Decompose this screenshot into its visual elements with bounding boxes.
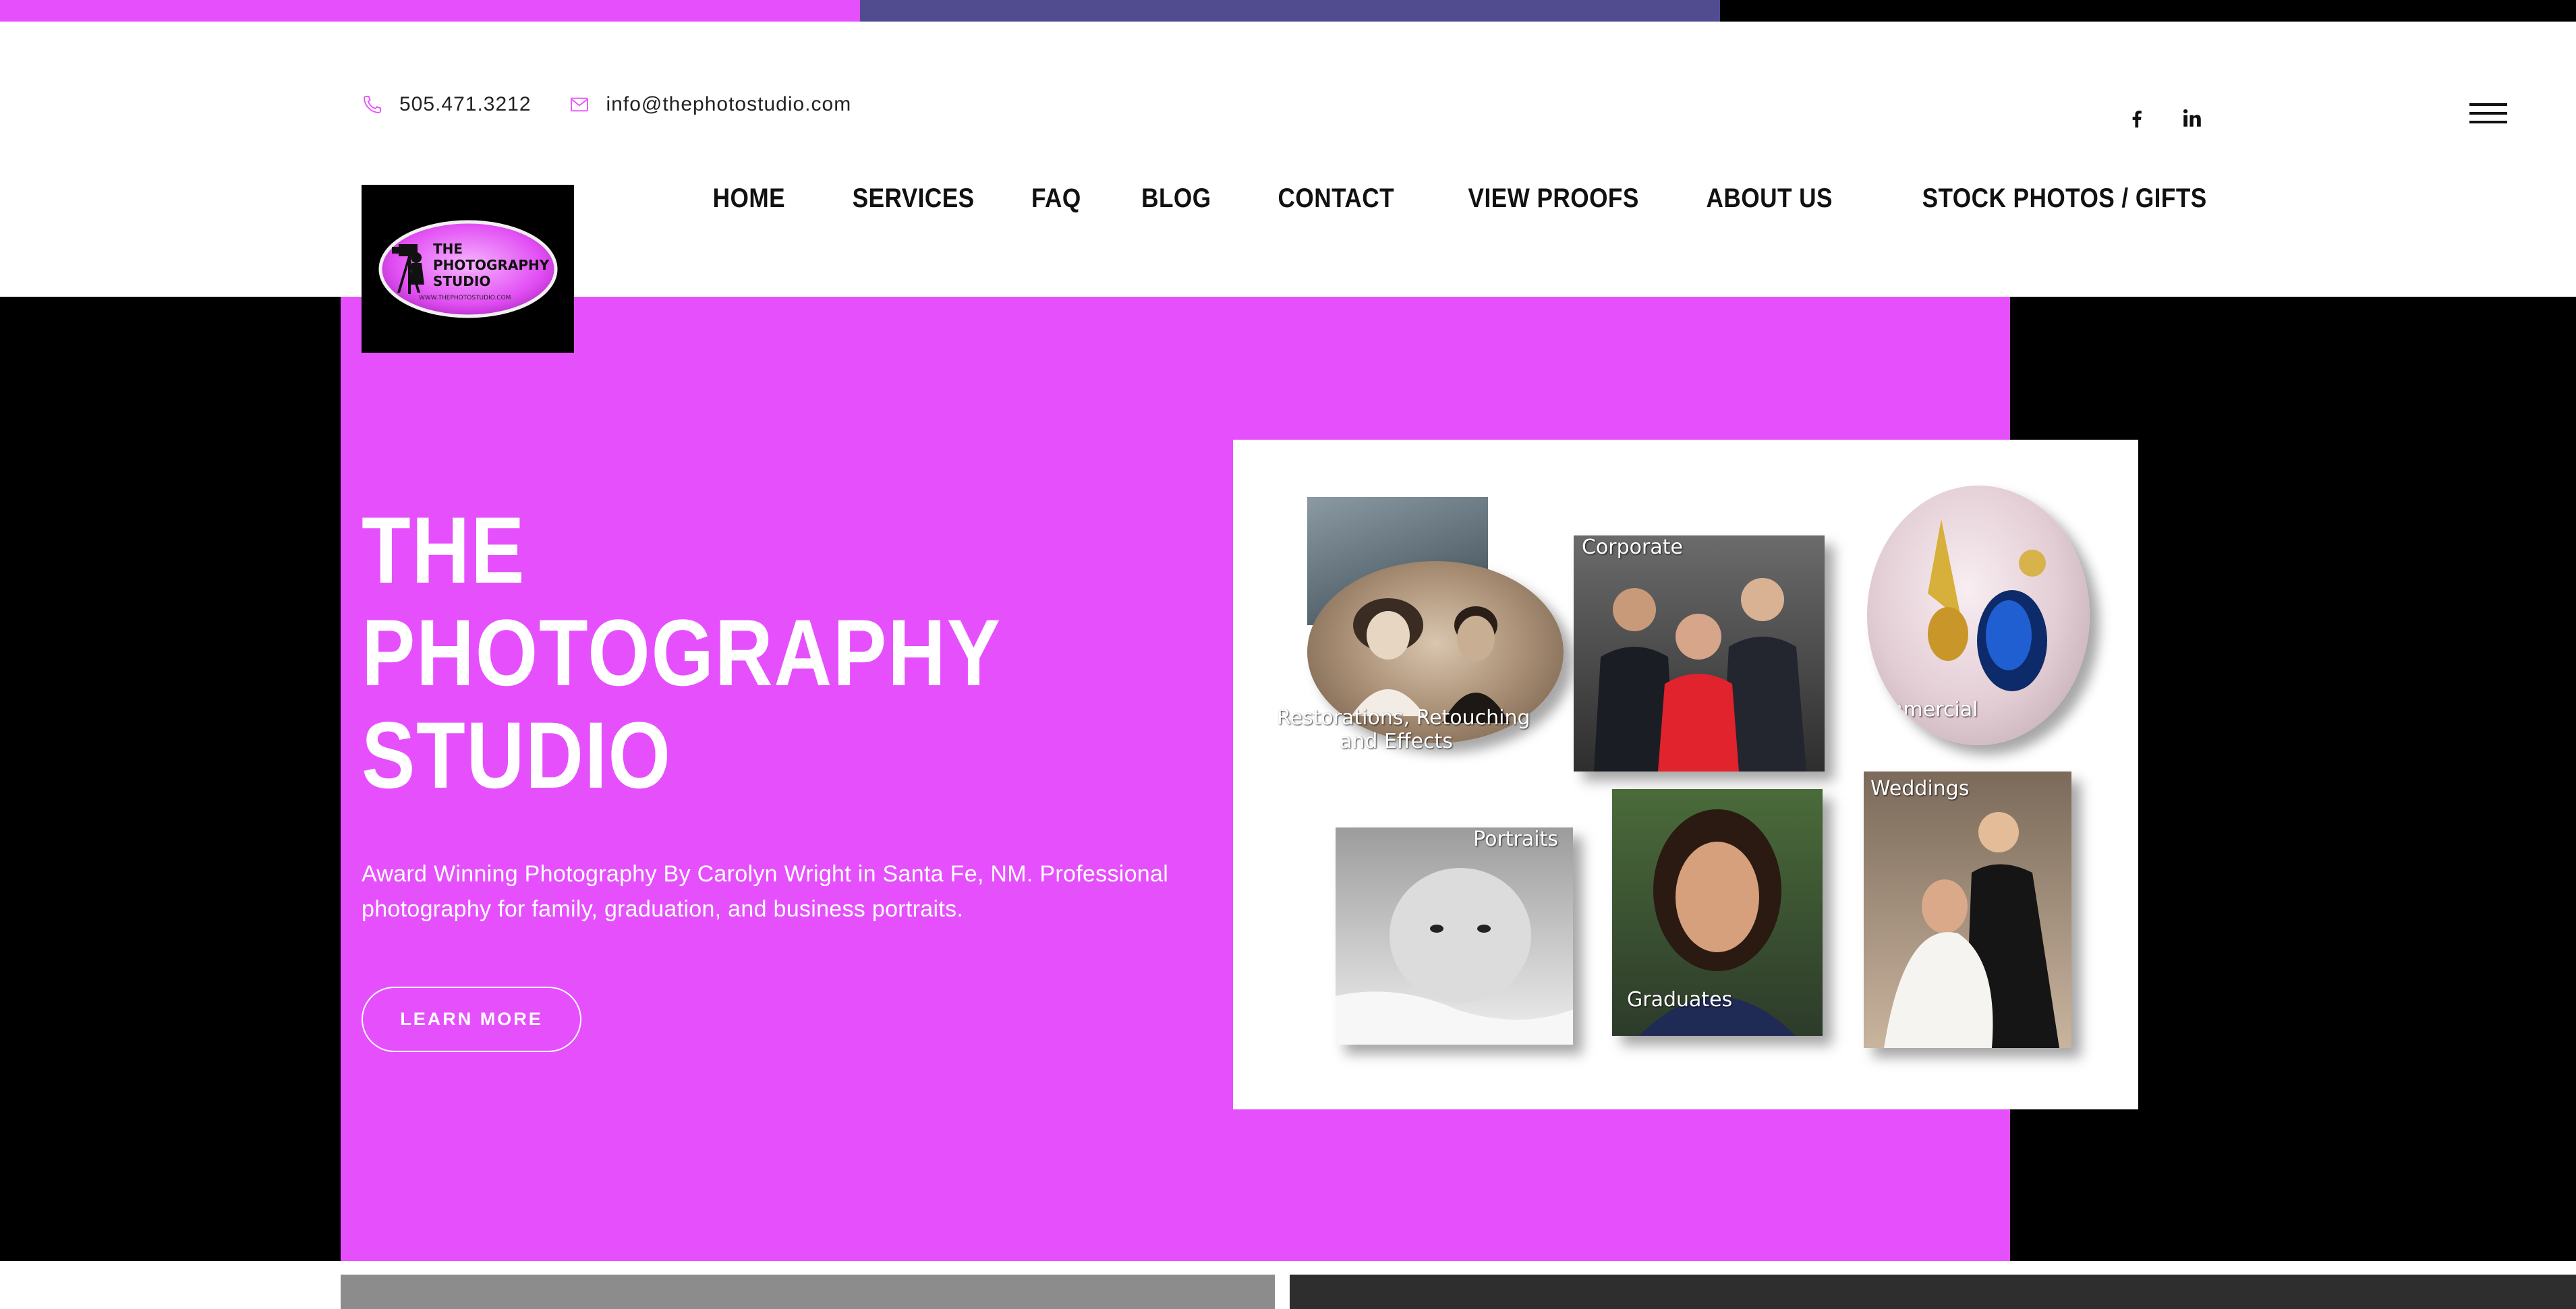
weddings-photo: Weddings	[1864, 772, 2071, 1048]
facebook-link[interactable]	[2120, 101, 2154, 135]
wedding-couple-icon	[1884, 812, 2059, 1048]
phone-icon	[364, 96, 381, 113]
menu-line	[2469, 103, 2507, 106]
nav-about-us[interactable]: ABOUT US	[1707, 183, 1833, 214]
email-address: info@thephotostudio.com	[606, 93, 852, 115]
contact-bar: 505.471.3212 info@thephotostudio.com	[362, 93, 888, 116]
top-color-stripe	[0, 0, 2576, 22]
learn-more-button[interactable]: LEARN MORE	[362, 987, 581, 1052]
logo-line-2: PHOTOGRAPHY	[433, 257, 550, 273]
stripe-purple	[860, 0, 1720, 22]
logo-line-3: STUDIO	[433, 273, 490, 289]
site-logo[interactable]: THE PHOTOGRAPHY STUDIO WWW.THEPHOTOSTUDI…	[362, 185, 574, 353]
hero-title-line-1: THE	[362, 497, 526, 603]
stripe-black	[1720, 0, 2576, 22]
main-nav: HOME SERVICES FAQ BLOG CONTACT VIEW PROO…	[652, 183, 2207, 214]
hero-title-line-3: STUDIO	[362, 702, 672, 808]
hero-description: Award Winning Photography By Carolyn Wri…	[362, 861, 1169, 922]
phone-link[interactable]: 505.471.3212	[362, 93, 532, 116]
weddings-label: Weddings	[1870, 777, 1970, 801]
commercial-photo: Commercial	[1867, 486, 2090, 745]
stripe-pink	[0, 0, 860, 22]
logo-url: WWW.THEPHOTOSTUDIO.COM	[419, 295, 511, 301]
restorations-label: Restorations, Retouching	[1277, 706, 1530, 730]
menu-toggle-icon[interactable]	[2469, 103, 2507, 127]
logo-badge: THE PHOTOGRAPHY STUDIO WWW.THEPHOTOSTUDI…	[378, 220, 557, 318]
mail-icon	[570, 97, 588, 112]
linkedin-link[interactable]	[2175, 101, 2209, 135]
menu-line	[2469, 121, 2507, 123]
nav-contact[interactable]: CONTACT	[1278, 183, 1394, 214]
nav-services[interactable]: SERVICES	[852, 183, 974, 214]
facebook-icon	[2132, 111, 2142, 128]
social-links	[2120, 101, 2231, 135]
logo-line-1: THE	[433, 241, 463, 257]
corporate-photo: Corporate	[1574, 535, 1825, 772]
graduates-label: Graduates	[1627, 988, 1733, 1012]
commercial-label: Commercial	[1867, 698, 1978, 722]
services-collage-image: Restorations, Retouching and Effects Cor…	[1233, 440, 2138, 1109]
corporate-label: Corporate	[1582, 535, 1683, 559]
card-gray-top	[341, 1275, 1275, 1309]
portraits-photo: Portraits	[1336, 827, 1573, 1045]
card-dark-top	[1290, 1275, 2576, 1309]
graduates-photo: Graduates	[1612, 789, 1823, 1036]
restorations-label-2: and Effects	[1340, 730, 1453, 753]
nav-view-proofs[interactable]: VIEW PROOFS	[1468, 183, 1638, 214]
portraits-label: Portraits	[1473, 827, 1558, 851]
linkedin-icon	[2183, 109, 2201, 127]
hero-title: THE PHOTOGRAPHY STUDIO	[362, 499, 1164, 807]
menu-line	[2469, 112, 2507, 115]
nav-faq[interactable]: FAQ	[1031, 183, 1081, 214]
hero-title-line-2: PHOTOGRAPHY	[362, 600, 1002, 705]
nav-home[interactable]: HOME	[712, 183, 784, 214]
phone-number: 505.471.3212	[399, 93, 532, 115]
nav-blog[interactable]: BLOG	[1141, 183, 1211, 214]
corporate-group-icon	[1594, 578, 1806, 772]
baby-icon	[1336, 868, 1573, 1045]
email-link[interactable]: info@thephotostudio.com	[569, 93, 852, 116]
nav-stock-photos-gifts[interactable]: STOCK PHOTOS / GIFTS	[1922, 183, 2207, 214]
